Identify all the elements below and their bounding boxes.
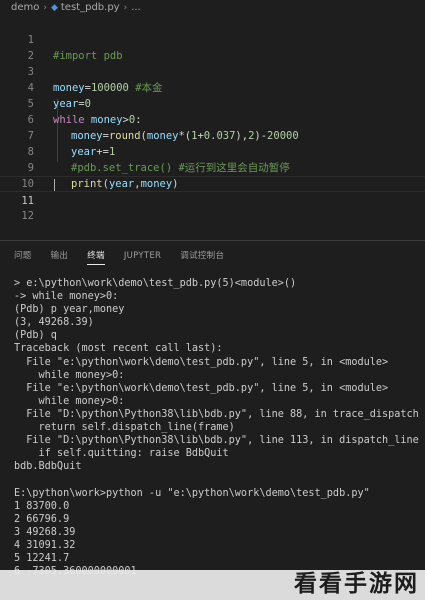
terminal-line: if self.quitting: raise BdbQuit	[14, 448, 229, 460]
breadcrumb-file[interactable]: test_pdb.py	[61, 2, 120, 13]
tab-problems[interactable]: 问题	[14, 241, 32, 271]
terminal-line: (Pdb) p year,money	[14, 304, 125, 316]
terminal-line: -> while money>0:	[14, 291, 119, 303]
terminal-line: File "e:\python\work\demo\test_pdb.py", …	[14, 356, 389, 368]
terminal-line: File "e:\python\work\demo\test_pdb.py", …	[14, 382, 389, 394]
breadcrumb-tail[interactable]: ...	[131, 2, 141, 13]
terminal-line: 1 83700.0	[14, 500, 70, 512]
chevron-right-icon: ›	[123, 2, 128, 13]
code-line[interactable]: 2	[0, 32, 425, 62]
terminal-line: 3 49268.39	[14, 526, 76, 538]
code-line[interactable]: 9 print(year,money)	[0, 144, 425, 190]
python-file-icon: ◆	[50, 2, 58, 13]
watermark-text: 看看手游网	[294, 571, 419, 597]
code-line[interactable]: 12	[0, 192, 425, 222]
tab-output[interactable]: 输出	[51, 241, 69, 271]
terminal-line: (3, 49268.39)	[14, 317, 94, 329]
chevron-right-icon: ›	[43, 2, 47, 13]
code-line[interactable]: 6 money=round(money*(1+0.037),2)-20000	[0, 96, 425, 142]
code-line[interactable]: 5 while money>0:	[0, 80, 425, 126]
terminal-line: (Pdb) q	[14, 330, 57, 342]
breadcrumb: demo › ◆ test_pdb.py › ...	[0, 0, 425, 15]
text-cursor	[54, 179, 55, 191]
code-line[interactable]: 4 year=0	[0, 64, 425, 110]
code-line[interactable]: 7 year+=1	[0, 112, 425, 158]
bottom-panel: 问题 输出 终端 JUPYTER 调试控制台 > e:\python\work\…	[0, 240, 425, 600]
terminal-line: bdb.BdbQuit	[14, 461, 82, 473]
tab-debug-console[interactable]: 调试控制台	[180, 241, 224, 271]
terminal-line: while money>0:	[14, 395, 125, 407]
terminal-line: File "D:\python\Python38\lib\bdb.py", li…	[14, 408, 419, 420]
terminal-line: Traceback (most recent call last):	[14, 343, 223, 355]
panel-tabs: 问题 输出 终端 JUPYTER 调试控制台	[0, 241, 243, 271]
terminal-line: return self.dispatch_line(frame)	[14, 422, 235, 434]
code-line[interactable]: 8 #pdb.set_trace() #运行到这里会自动暂停	[0, 128, 425, 174]
code-editor[interactable]: 1 #import pdb 2 3 money=100000 #本金 4 yea…	[0, 16, 425, 240]
terminal-line: > e:\python\work\demo\test_pdb.py(5)<mod…	[14, 278, 297, 289]
code-line-current[interactable]: 11	[0, 176, 425, 207]
terminal-line: 2 66796.9	[14, 513, 70, 525]
line-number: 12	[21, 210, 34, 222]
code-line[interactable]: 1 #import pdb	[0, 16, 425, 62]
breadcrumb-folder[interactable]: demo	[11, 2, 39, 13]
tab-jupyter[interactable]: JUPYTER	[124, 241, 161, 271]
terminal-line: File "D:\python\Python38\lib\bdb.py", li…	[14, 435, 419, 447]
tab-terminal[interactable]: 终端	[87, 241, 105, 271]
terminal-line: while money>0:	[14, 369, 125, 381]
terminal-output[interactable]: > e:\python\work\demo\test_pdb.py(5)<mod…	[14, 277, 419, 578]
terminal-line: E:\python\work>python -u "e:\python\work…	[14, 487, 370, 499]
terminal-line: 4 31091.32	[14, 539, 76, 551]
code-line[interactable]: 10	[0, 160, 425, 190]
code-line[interactable]: 3 money=100000 #本金	[0, 48, 425, 94]
